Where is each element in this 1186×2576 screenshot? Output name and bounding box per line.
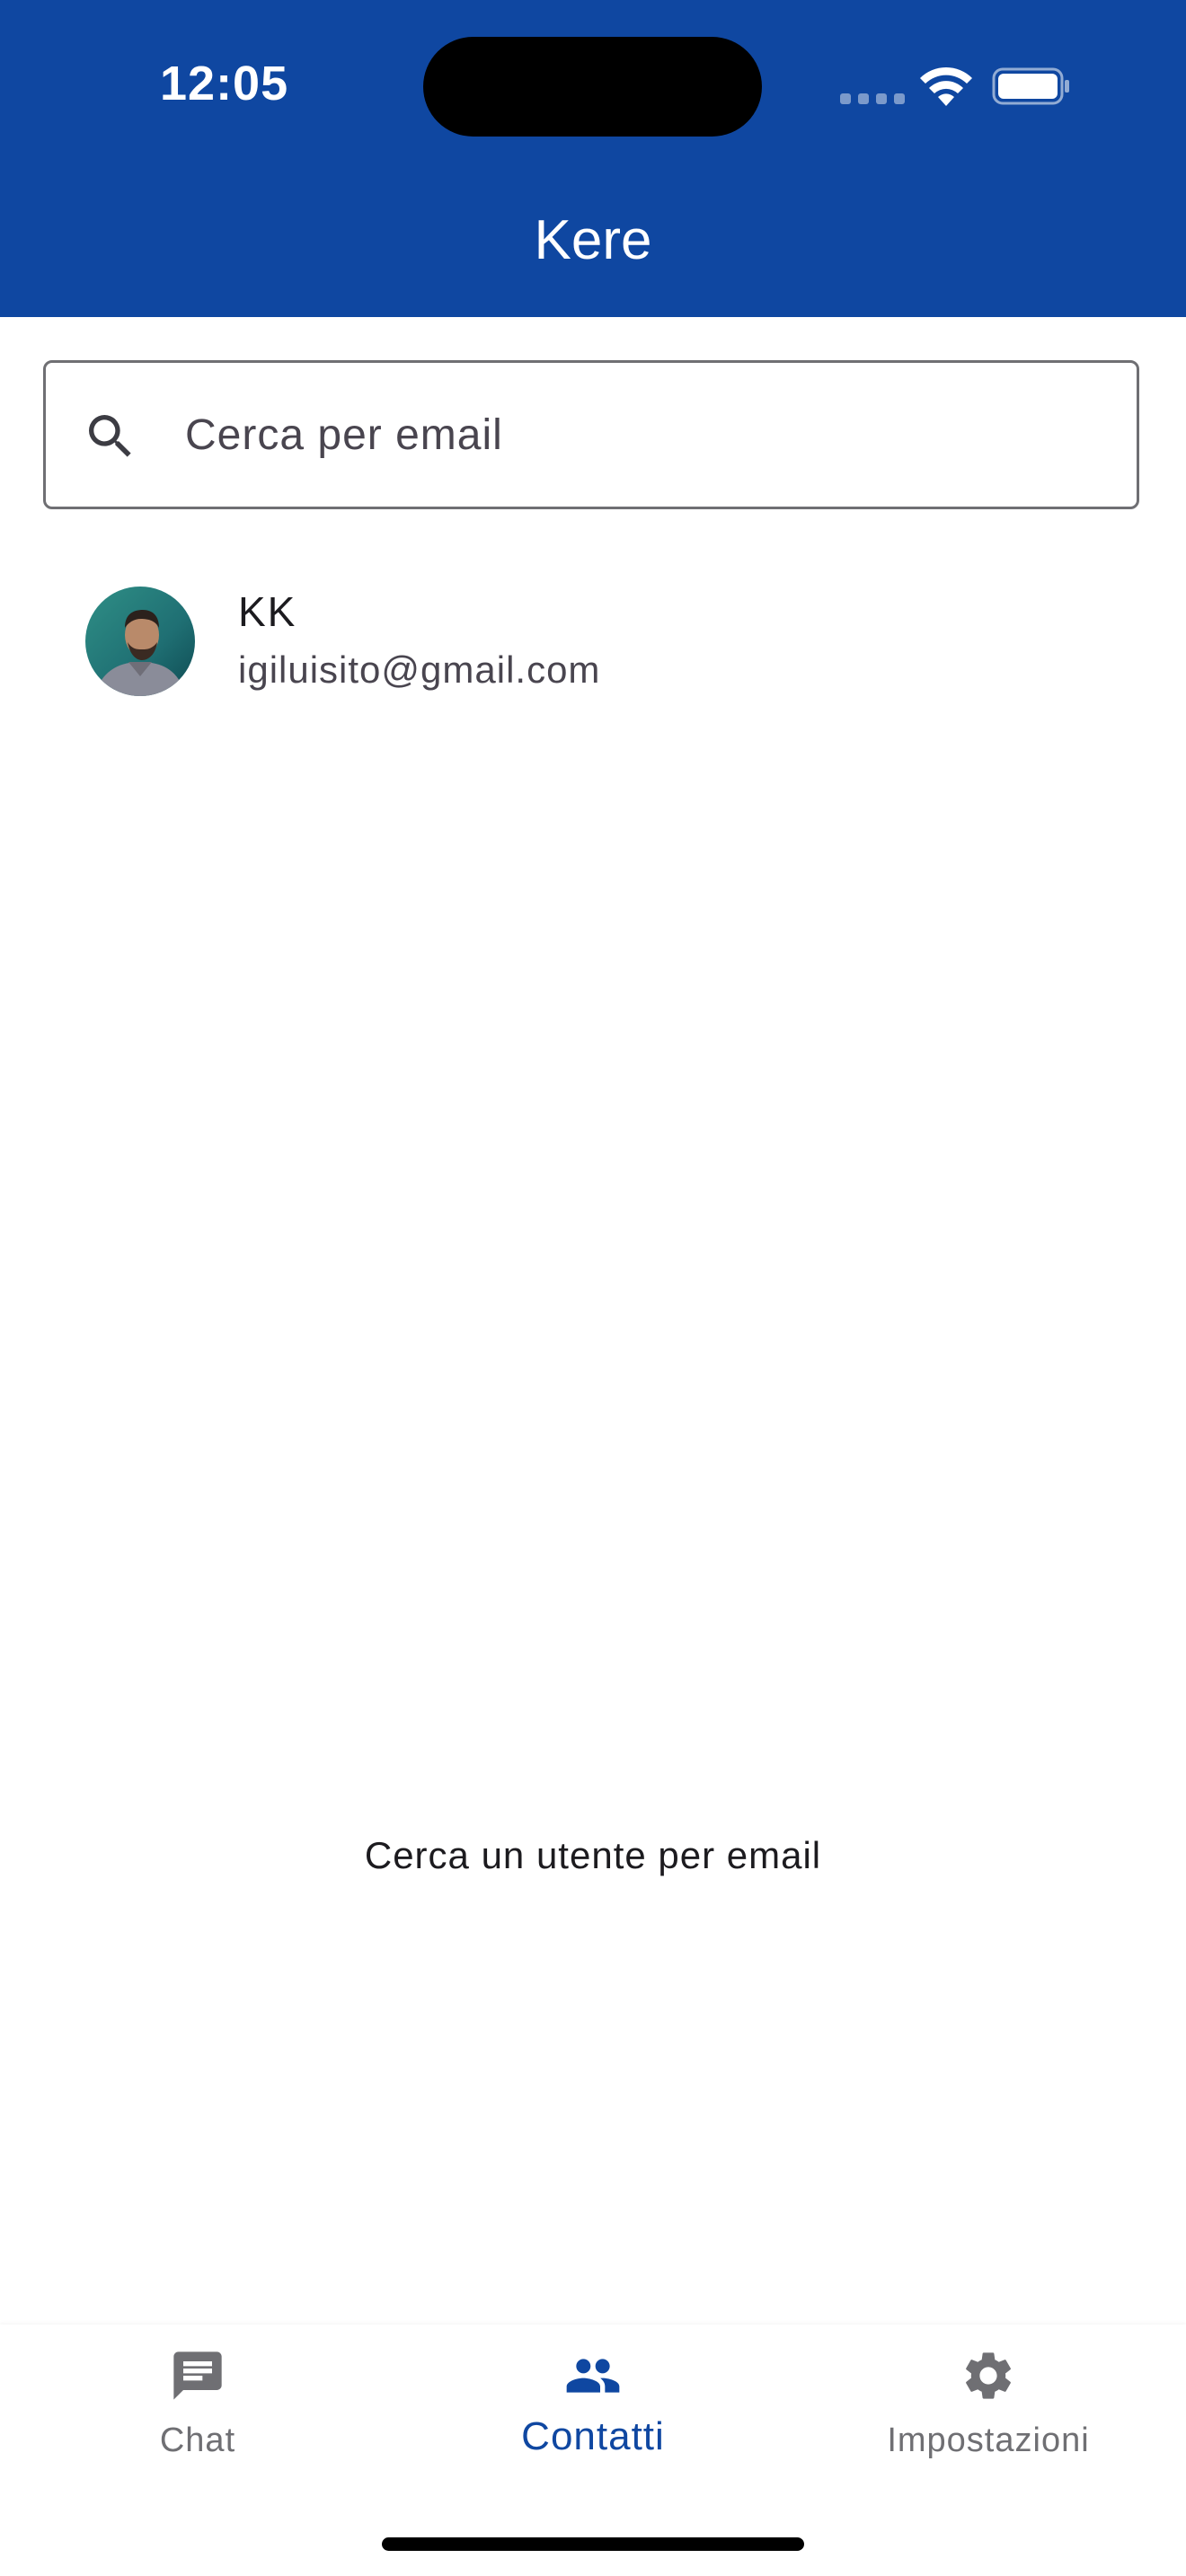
- nav-label-contatti: Contatti: [521, 2414, 665, 2458]
- status-time: 12:05: [160, 57, 289, 110]
- empty-state-hint: Cerca un utente per email: [364, 1834, 822, 1876]
- search-icon: [89, 415, 131, 457]
- nav-item-impostazioni[interactable]: Impostazioni: [791, 2325, 1186, 2504]
- gear-icon: [966, 2352, 1011, 2399]
- wifi-icon: [920, 66, 972, 106]
- page-title: Kere: [534, 209, 652, 271]
- nav-item-contatti[interactable]: Contatti: [395, 2325, 791, 2504]
- dynamic-island: [423, 37, 762, 137]
- contact-list-item[interactable]: KK igiluisito@gmail.com: [0, 566, 1186, 719]
- cellular-signal-icon: [840, 93, 905, 104]
- nav-label-impostazioni: Impostazioni: [887, 2422, 1090, 2459]
- contact-name: KK: [238, 588, 297, 635]
- home-indicator[interactable]: [382, 2537, 804, 2551]
- chat-icon: [173, 2351, 222, 2400]
- app-header: 12:05 Kere: [0, 0, 1186, 317]
- people-icon: [566, 2359, 620, 2393]
- contact-email: igiluisito@gmail.com: [238, 648, 601, 691]
- nav-label-chat: Chat: [159, 2422, 236, 2459]
- search-input[interactable]: [185, 390, 1102, 480]
- search-field[interactable]: [43, 360, 1139, 509]
- battery-icon: [992, 67, 1069, 105]
- contacts-screen: 12:05 Kere Cerca per email KK igiluisito…: [0, 0, 1186, 2576]
- nav-item-chat[interactable]: Chat: [0, 2325, 395, 2504]
- avatar: [85, 587, 195, 696]
